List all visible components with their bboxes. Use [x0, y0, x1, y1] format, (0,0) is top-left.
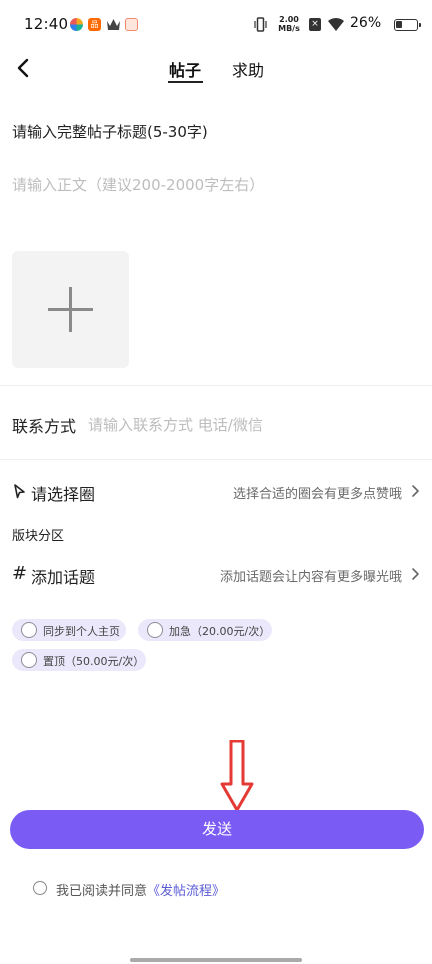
- title-input[interactable]: 请输入完整帖子标题(5-30字): [12, 121, 208, 142]
- status-time: 12:40: [24, 15, 69, 33]
- body-input[interactable]: 请输入正文（建议200-2000字左右）: [12, 174, 264, 195]
- option-checkbox: [21, 652, 37, 668]
- option-checkbox: [147, 622, 163, 638]
- wifi-icon: [328, 17, 344, 31]
- agree-text: 我已阅读并同意《发帖流程》: [56, 880, 225, 899]
- app-notification-icon: [125, 18, 138, 31]
- option-label: 加急（20.00元/次）: [169, 625, 271, 638]
- home-indicator: [130, 958, 302, 962]
- add-topic-label: 添加话题: [31, 568, 96, 587]
- no-sim-icon: ×: [309, 18, 321, 31]
- crown-icon: [107, 19, 120, 30]
- app-notification-icon: 品: [88, 18, 101, 31]
- hash-icon: #: [12, 563, 28, 584]
- active-tab-indicator: [168, 81, 203, 83]
- vibrate-icon: [254, 17, 267, 32]
- contact-label: 联系方式: [12, 417, 77, 436]
- divider: [0, 385, 432, 386]
- navigation-arrow-icon: [14, 484, 25, 499]
- battery-percent: 26%: [350, 15, 382, 31]
- chevron-right-icon: [412, 568, 419, 580]
- annotation-arrow-icon: [220, 740, 254, 812]
- post-process-link[interactable]: 《发帖流程》: [147, 884, 225, 899]
- option-label: 置顶（50.00元/次）: [43, 655, 145, 668]
- tab-post[interactable]: 帖子: [169, 57, 201, 81]
- agree-prefix: 我已阅读并同意: [56, 884, 148, 899]
- add-topic-hint: 添加话题会让内容有更多曝光哦: [220, 570, 403, 585]
- divider: [0, 459, 432, 460]
- chevron-right-icon: [412, 485, 419, 497]
- tab-help[interactable]: 求助: [232, 57, 264, 81]
- battery-icon: [394, 19, 421, 31]
- choose-circle-label: 请选择圈: [31, 485, 96, 504]
- option-checkbox: [21, 622, 37, 638]
- network-speed: 2.00 MB/s: [278, 15, 300, 33]
- choose-circle-hint: 选择合适的圈会有更多点赞哦: [233, 487, 403, 502]
- plus-icon: [69, 287, 72, 332]
- option-urgent[interactable]: 加急（20.00元/次）: [138, 619, 272, 641]
- send-button[interactable]: 发送: [10, 810, 424, 849]
- contact-input[interactable]: 请输入联系方式 电话/微信: [88, 414, 263, 435]
- status-bar: 12:40 品 2.00 MB/s × 26%: [0, 0, 432, 50]
- add-image-button[interactable]: [12, 251, 129, 368]
- section-label: 版块分区: [12, 529, 65, 544]
- app-notification-icon: [70, 18, 83, 31]
- option-pin-top[interactable]: 置顶（50.00元/次）: [12, 649, 146, 671]
- option-sync-homepage[interactable]: 同步到个人主页: [12, 619, 126, 641]
- agree-checkbox[interactable]: [33, 881, 47, 895]
- back-icon[interactable]: [12, 56, 36, 80]
- option-label: 同步到个人主页: [43, 625, 120, 638]
